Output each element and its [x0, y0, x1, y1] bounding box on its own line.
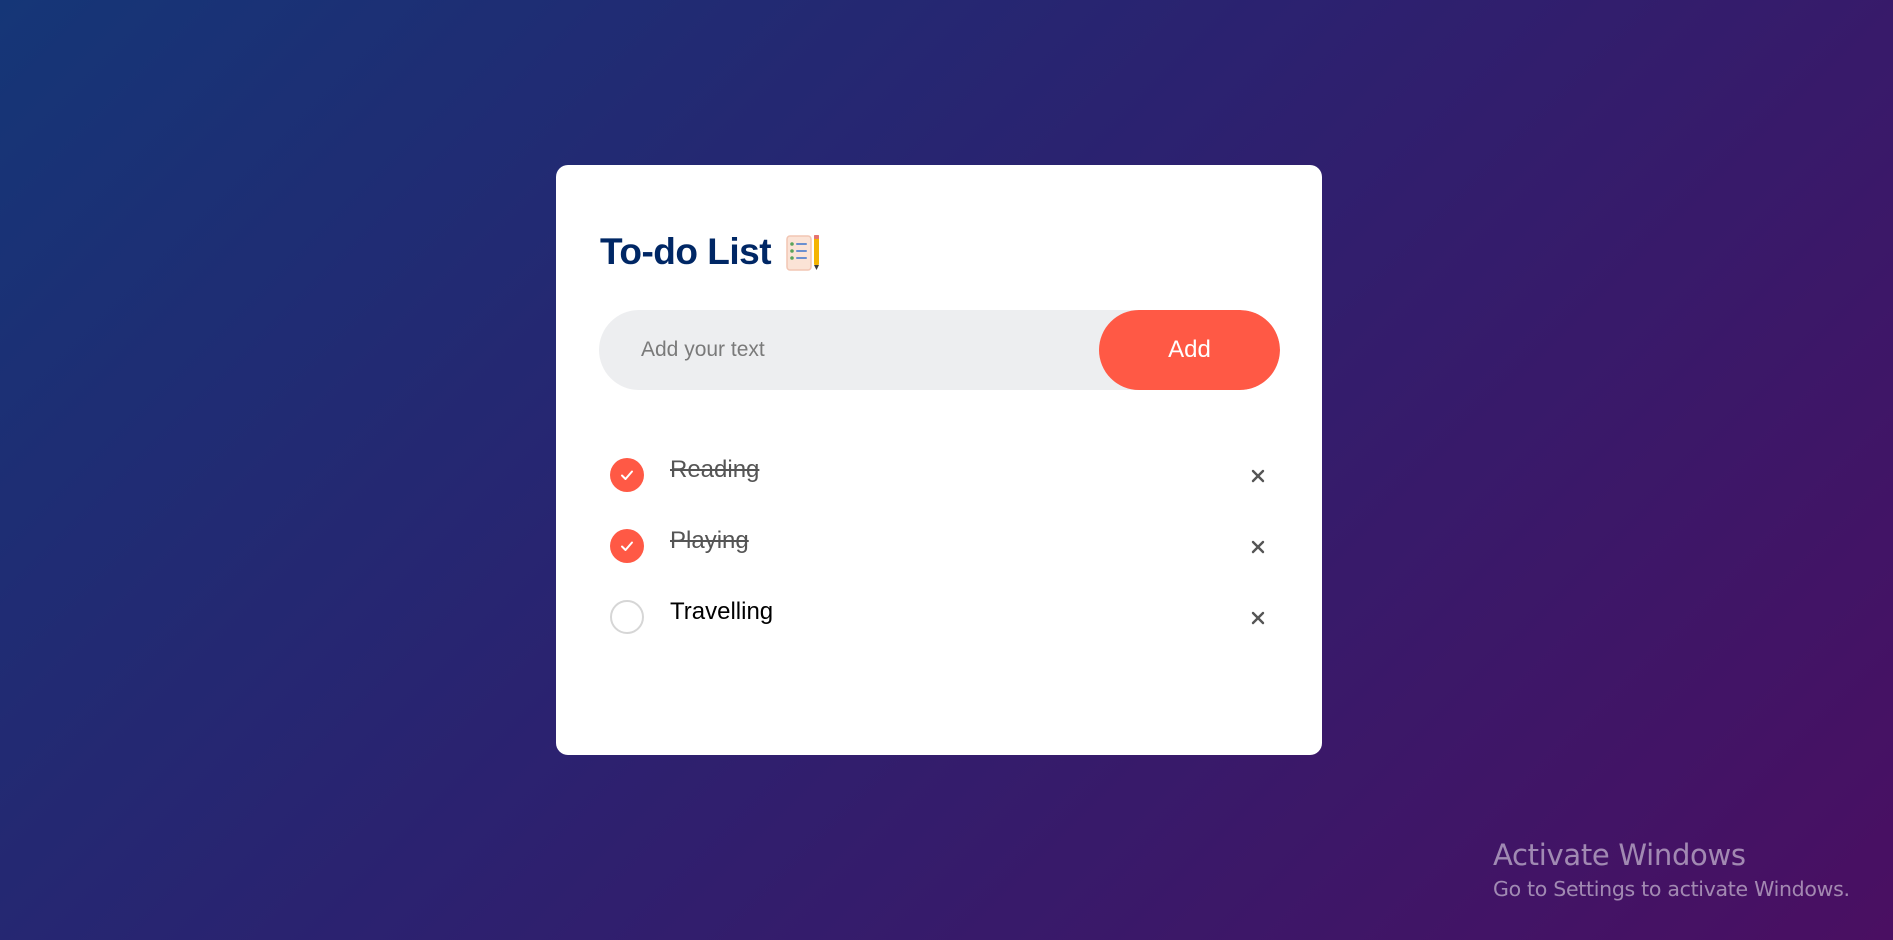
task-label: Travelling — [670, 597, 774, 625]
close-icon[interactable] — [1246, 535, 1270, 559]
checkmark-icon — [621, 470, 633, 480]
watermark-title: Activate Windows — [1493, 838, 1746, 872]
task-item-reading[interactable]: Reading — [610, 435, 1270, 506]
task-item-travelling[interactable]: Travelling — [610, 577, 1270, 648]
checkmark-icon — [621, 541, 633, 551]
checked-checkbox-icon[interactable] — [610, 457, 644, 492]
header: To-do List — [600, 231, 821, 273]
task-input[interactable] — [599, 310, 1099, 390]
task-label: Reading — [670, 455, 760, 483]
checked-checkbox-icon[interactable] — [610, 528, 644, 563]
close-icon[interactable] — [1246, 606, 1270, 630]
task-label: Playing — [670, 526, 749, 554]
task-item-playing[interactable]: Playing — [610, 506, 1270, 577]
page-title: To-do List — [600, 231, 772, 272]
watermark-subtitle: Go to Settings to activate Windows. — [1493, 876, 1850, 901]
notepad-icon — [786, 235, 820, 271]
activate-windows-watermark: Activate Windows Go to Settings to activ… — [1493, 838, 1850, 901]
task-list: Reading Playing Travelling — [610, 435, 1270, 648]
task-entry-row: Add — [599, 310, 1280, 390]
close-icon[interactable] — [1246, 464, 1270, 488]
todo-card: To-do List Add Reading — [556, 165, 1322, 755]
add-button[interactable]: Add — [1099, 310, 1280, 390]
unchecked-checkbox-icon[interactable] — [610, 599, 644, 634]
